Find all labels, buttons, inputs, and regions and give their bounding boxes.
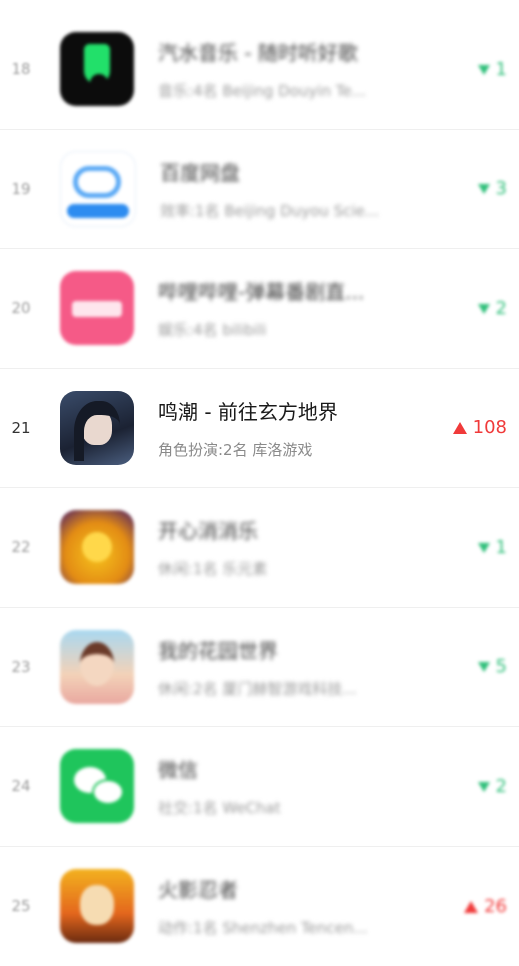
rank-change: 108 — [437, 417, 519, 438]
app-title: 汽水音乐 - 随时听好歌 — [158, 37, 408, 66]
rank-change-value: 5 — [496, 656, 507, 677]
app-info: 百度网盘 效率:1名 Beijing Duyou Scie... — [160, 157, 437, 221]
app-info: 鸣潮 - 前往玄方地界 角色扮演:2名 库洛游戏 — [158, 396, 437, 460]
app-ranking-list: 18 汽水音乐 - 随时听好歌 音乐:4名 Beijing Douyin Te.… — [0, 0, 519, 962]
list-item[interactable]: 22 开心消消乐 休闲:1名 乐元素 1 — [0, 488, 519, 608]
rank-number: 18 — [0, 60, 42, 78]
rank-change-value: 26 — [484, 896, 507, 917]
app-subtitle: 效率:1名 Beijing Duyou Scie... — [160, 200, 420, 221]
cloud-drive-icon — [60, 151, 136, 227]
app-title: 百度网盘 — [160, 157, 410, 186]
down-arrow-icon — [478, 543, 490, 553]
list-item[interactable]: 23 我的花园世界 休闲:2名 厦门赫智游戏科技... 5 — [0, 608, 519, 728]
app-subtitle: 角色扮演:2名 库洛游戏 — [158, 439, 418, 460]
music-note-icon — [60, 32, 134, 106]
rank-number: 24 — [0, 777, 42, 795]
app-title: 开心消消乐 — [158, 515, 408, 544]
down-arrow-icon — [478, 65, 490, 75]
rank-change: 2 — [437, 776, 519, 797]
list-item[interactable]: 19 百度网盘 效率:1名 Beijing Duyou Scie... 3 — [0, 130, 519, 250]
up-arrow-icon — [464, 901, 478, 913]
app-title: 微信 — [158, 754, 408, 783]
rank-number: 25 — [0, 897, 42, 915]
rank-number: 19 — [0, 180, 42, 198]
down-arrow-icon — [478, 184, 490, 194]
app-subtitle: 音乐:4名 Beijing Douyin Te... — [158, 80, 418, 101]
down-arrow-icon — [478, 782, 490, 792]
app-info: 哔哩哔哩-弹幕番剧直... 娱乐:4名 bilibili — [158, 276, 437, 340]
rank-change-value: 1 — [496, 537, 507, 558]
app-info: 微信 社交:1名 WeChat — [158, 754, 437, 818]
rank-change-value: 2 — [496, 298, 507, 319]
up-arrow-icon — [453, 422, 467, 434]
rank-number: 20 — [0, 299, 42, 317]
happy-chick-icon — [60, 510, 134, 584]
rank-change-value: 1 — [496, 59, 507, 80]
down-arrow-icon — [478, 662, 490, 672]
app-info: 开心消消乐 休闲:1名 乐元素 — [158, 515, 437, 579]
rank-change-value: 2 — [496, 776, 507, 797]
rank-change: 1 — [437, 59, 519, 80]
list-item[interactable]: 18 汽水音乐 - 随时听好歌 音乐:4名 Beijing Douyin Te.… — [0, 10, 519, 130]
list-item[interactable]: 20 哔哩哔哩-弹幕番剧直... 娱乐:4名 bilibili 2 — [0, 249, 519, 369]
rank-change: 2 — [437, 298, 519, 319]
app-subtitle: 休闲:2名 厦门赫智游戏科技... — [158, 678, 418, 699]
list-item[interactable]: 25 火影忍者 动作:1名 Shenzhen Tencen... 26 — [0, 847, 519, 966]
app-subtitle: 休闲:1名 乐元素 — [158, 558, 418, 579]
app-info: 火影忍者 动作:1名 Shenzhen Tencen... — [158, 874, 437, 938]
app-title: 火影忍者 — [158, 874, 408, 903]
garden-girl-icon — [60, 630, 134, 704]
app-title: 鸣潮 - 前往玄方地界 — [158, 396, 408, 425]
rank-change-value: 3 — [496, 178, 507, 199]
game-character-icon — [60, 391, 134, 465]
app-subtitle: 娱乐:4名 bilibili — [158, 319, 418, 340]
ninja-icon — [60, 869, 134, 943]
rank-number: 21 — [0, 419, 42, 437]
rank-change: 26 — [437, 896, 519, 917]
down-arrow-icon — [478, 304, 490, 314]
rank-number: 22 — [0, 538, 42, 556]
list-item-highlighted[interactable]: 21 鸣潮 - 前往玄方地界 角色扮演:2名 库洛游戏 108 — [0, 369, 519, 489]
app-subtitle: 动作:1名 Shenzhen Tencen... — [158, 917, 418, 938]
rank-number: 23 — [0, 658, 42, 676]
rank-change: 1 — [437, 537, 519, 558]
rank-change-value: 108 — [473, 417, 507, 438]
app-info: 我的花园世界 休闲:2名 厦门赫智游戏科技... — [158, 635, 437, 699]
rank-change: 3 — [437, 178, 519, 199]
wechat-icon — [60, 749, 134, 823]
list-item[interactable]: 24 微信 社交:1名 WeChat 2 — [0, 727, 519, 847]
app-title: 哔哩哔哩-弹幕番剧直... — [158, 276, 408, 305]
bilibili-icon — [60, 271, 134, 345]
app-subtitle: 社交:1名 WeChat — [158, 797, 418, 818]
app-info: 汽水音乐 - 随时听好歌 音乐:4名 Beijing Douyin Te... — [158, 37, 437, 101]
rank-change: 5 — [437, 656, 519, 677]
app-title: 我的花园世界 — [158, 635, 408, 664]
